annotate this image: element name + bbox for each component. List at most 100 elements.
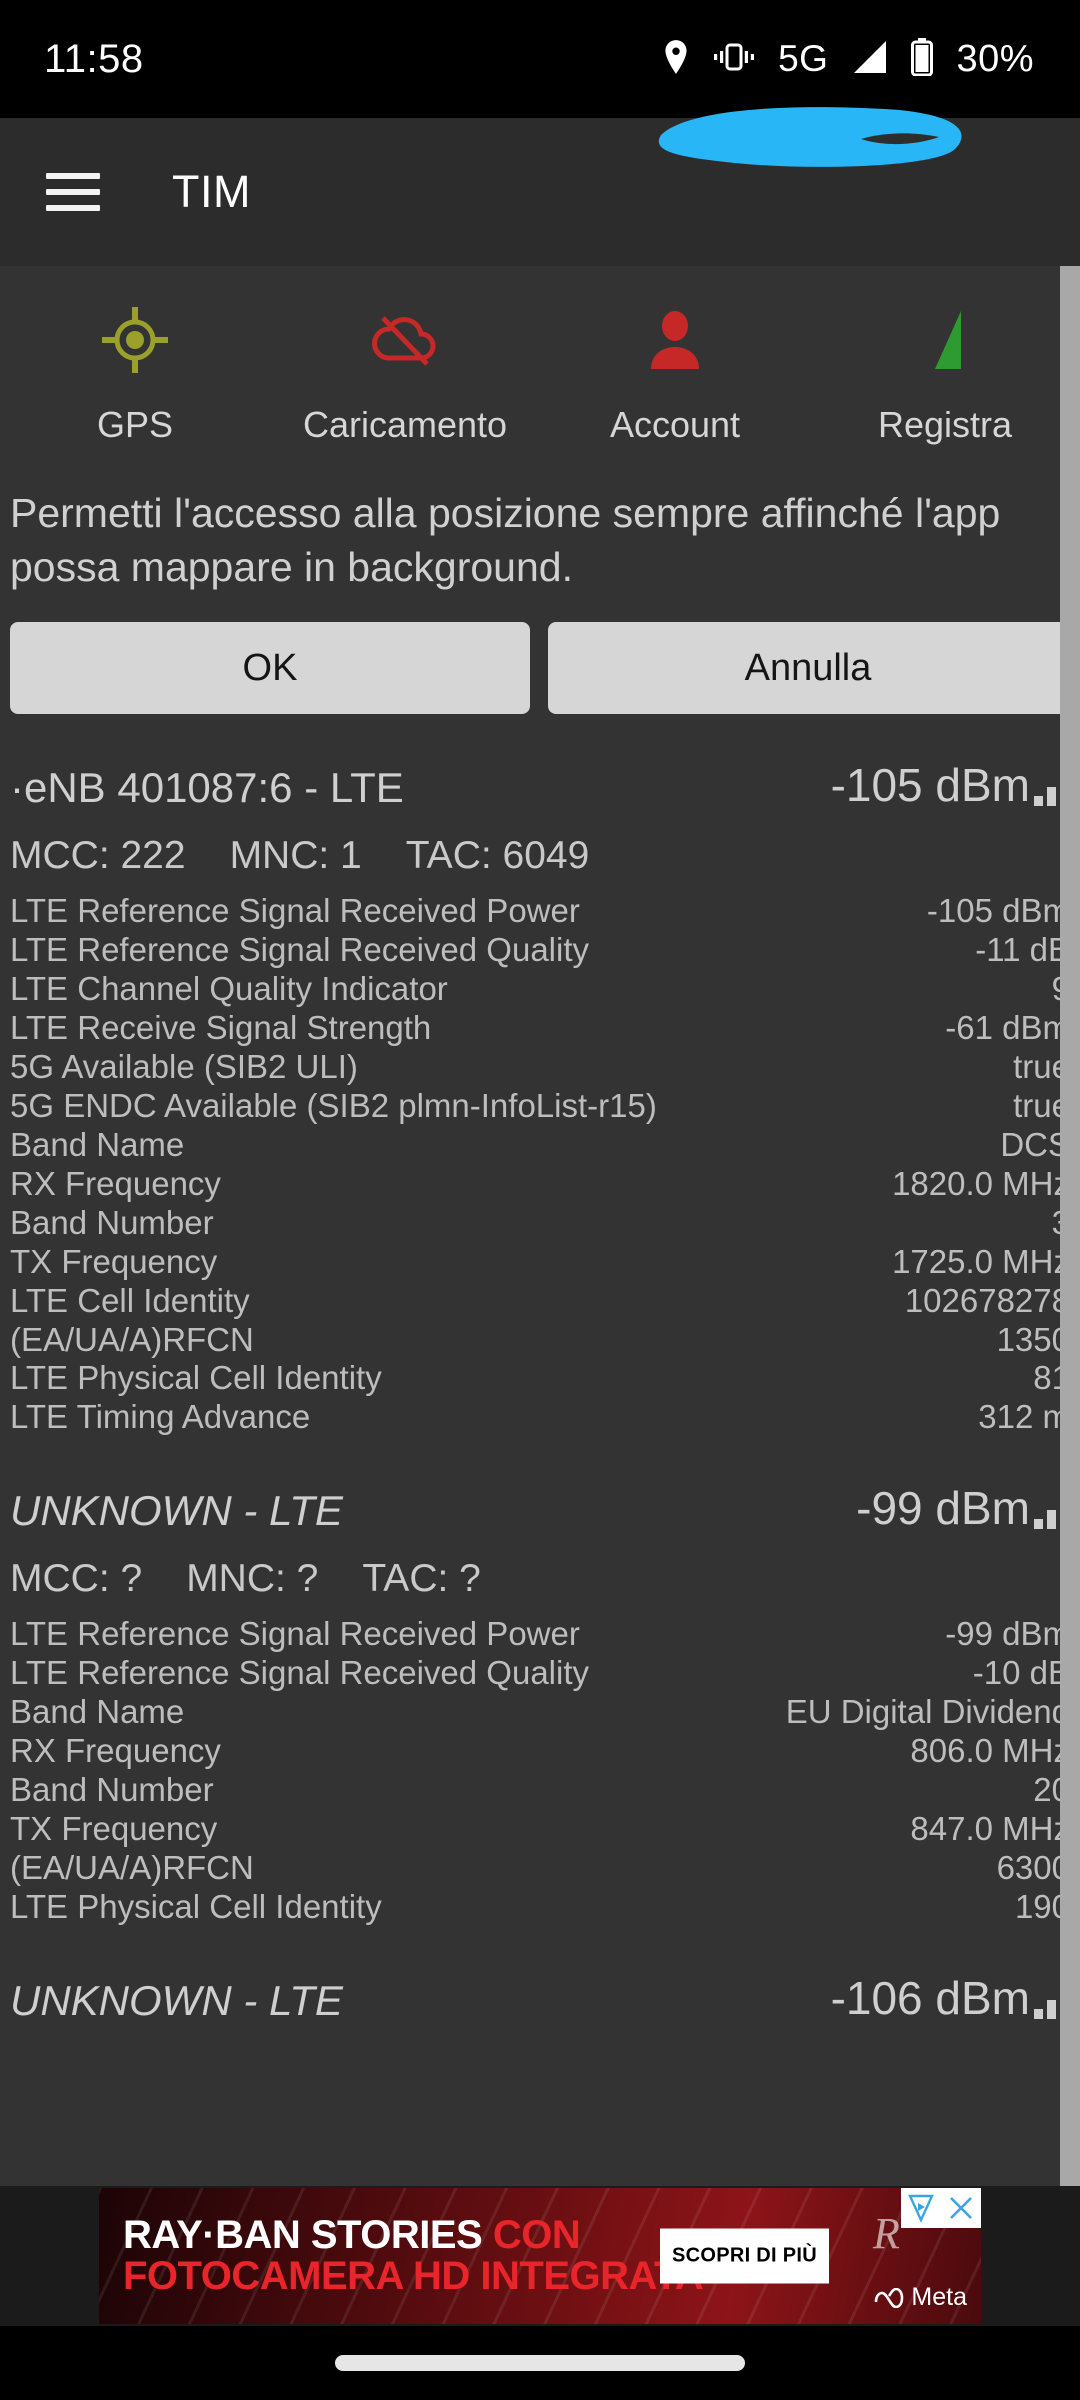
cloud-off-icon: [369, 304, 441, 376]
system-status-bar: 11:58 5G 30%: [0, 0, 1080, 118]
vertical-scrollbar[interactable]: [1060, 266, 1080, 2186]
row-key: RX Frequency: [10, 1732, 221, 1770]
network-type-label: 5G: [778, 38, 829, 79]
mnc-value: MNC: 1: [229, 834, 362, 878]
row-value: 1820.0 MHz: [892, 1164, 1070, 1202]
gps-crosshair-icon: [102, 304, 168, 376]
cell-detail-rows: LTE Reference Signal Received Power -99 d…: [10, 1601, 1070, 1927]
mcc-value: MCC: 222: [10, 834, 186, 878]
home-gesture-handle[interactable]: [335, 2355, 745, 2371]
battery-percent-label: 30%: [956, 37, 1034, 80]
vibrate-icon: [712, 42, 756, 77]
ad-line-1: RAY·BAN STORIES CON: [123, 2215, 703, 2256]
row-key: RX Frequency: [10, 1164, 221, 1202]
cell-rssi-value: -106 dBm: [830, 1971, 1030, 2024]
svg-text:R: R: [872, 2209, 900, 2258]
table-row: TX Frequency 1725.0 MHz: [10, 1243, 1070, 1282]
row-key: LTE Reference Signal Received Quality: [10, 1654, 590, 1692]
row-value: 102678278: [904, 1281, 1070, 1319]
tac-value: TAC: 6049: [405, 834, 590, 878]
row-value: -10 dB: [972, 1654, 1070, 1692]
row-key: LTE Reference Signal Received Power: [10, 892, 580, 930]
table-row: LTE Cell Identity 102678278: [10, 1282, 1070, 1321]
cell-title: UNKNOWN - LTE: [10, 1976, 343, 2024]
cell-header: UNKNOWN - LTE -99 dBm: [10, 1437, 1080, 1535]
table-row: LTE Reference Signal Received Quality -11…: [10, 931, 1070, 970]
cell-detail-rows: LTE Reference Signal Received Power -105 …: [10, 878, 1070, 1437]
status-item-label: Caricamento: [302, 404, 508, 445]
row-value: -61 dBm: [945, 1009, 1070, 1047]
cell-block[interactable]: UNKNOWN - LTE -99 dBm MCC: ? MNC: ? TAC:…: [0, 1437, 1080, 1927]
ad-banner[interactable]: RAY·BAN STORIES CON FOTOCAMERA HD INTEGR…: [99, 2188, 981, 2324]
battery-icon: [910, 37, 934, 81]
hamburger-menu-icon[interactable]: [46, 173, 100, 211]
meta-label: Meta: [911, 2283, 967, 2311]
status-item-label: Registra: [877, 404, 1013, 445]
page-title: TIM: [172, 166, 251, 217]
status-item-registra[interactable]: Registra: [810, 304, 1080, 446]
table-row: RX Frequency 1820.0 MHz: [10, 1165, 1070, 1204]
row-key: Band Number: [10, 1771, 214, 1809]
cell-signal-summary: -99 dBm: [856, 1481, 1080, 1535]
row-key: LTE Physical Cell Identity: [10, 1359, 382, 1397]
cell-header: UNKNOWN - LTE -106 dBm: [10, 1927, 1080, 2025]
cell-rssi-value: -99 dBm: [856, 1482, 1030, 1535]
table-row: RX Frequency 806.0 MHz: [10, 1732, 1070, 1771]
status-item-gps[interactable]: GPS: [0, 304, 270, 446]
ad-banner-container[interactable]: RAY·BAN STORIES CON FOTOCAMERA HD INTEGR…: [0, 2186, 1080, 2326]
row-value: 1725.0 MHz: [892, 1242, 1070, 1280]
row-value: 806.0 MHz: [910, 1732, 1070, 1770]
table-row: Band Name EU Digital Dividend: [10, 1693, 1070, 1732]
row-key: (EA/UA/A)RFCN: [10, 1320, 254, 1358]
ad-cta-button[interactable]: SCOPRI DI PIÙ: [659, 2228, 829, 2284]
row-key: LTE Reference Signal Received Quality: [10, 931, 590, 969]
row-value: EU Digital Dividend: [785, 1693, 1070, 1731]
location-pin-icon: [662, 39, 690, 80]
row-key: LTE Channel Quality Indicator: [10, 970, 448, 1008]
cell-info-panel[interactable]: GPS Caricamento Account Registra Permett…: [0, 266, 1080, 2186]
row-value: -99 dBm: [945, 1615, 1070, 1653]
status-item-account[interactable]: Account: [540, 304, 810, 446]
table-row: LTE Channel Quality Indicator9: [10, 970, 1070, 1009]
row-key: LTE Cell Identity: [10, 1281, 250, 1319]
tac-value: TAC: ?: [362, 1557, 481, 1601]
row-key: LTE Reference Signal Received Power: [10, 1615, 580, 1653]
system-navigation-bar: [0, 2326, 1080, 2400]
ad-line-1-accent: CON: [492, 2213, 581, 2258]
table-row: LTE Reference Signal Received Power -105 …: [10, 892, 1070, 931]
row-key: LTE Receive Signal Strength: [10, 1009, 432, 1047]
status-icon-strip: GPS Caricamento Account Registra: [0, 266, 1080, 446]
row-value: 312 m: [978, 1398, 1070, 1436]
row-key: Band Number: [10, 1203, 214, 1241]
cancel-button[interactable]: Annulla: [548, 622, 1068, 715]
cell-identifiers: MCC: ? MNC: ? TAC: ?: [10, 1535, 1070, 1601]
table-row: LTE Receive Signal Strength -61 dBm: [10, 1009, 1070, 1048]
table-row: Band Number 20: [10, 1771, 1070, 1810]
table-row: Band Name DCS: [10, 1126, 1070, 1165]
phone-screen: 11:58 5G 30% TIM GPS Caricamento Account…: [0, 0, 1080, 2400]
cell-block[interactable]: UNKNOWN - LTE -106 dBm: [0, 1927, 1080, 2025]
status-item-caricamento[interactable]: Caricamento: [270, 304, 540, 446]
row-key: 5G Available (SIB2 ULI): [10, 1047, 358, 1085]
cell-signal-summary: -105 dBm: [831, 758, 1080, 812]
close-icon[interactable]: [941, 2188, 981, 2228]
meta-infinity-icon: [875, 2287, 904, 2308]
status-item-label: GPS: [96, 404, 174, 445]
ok-button[interactable]: OK: [10, 622, 530, 715]
table-row: 5G ENDC Available (SIB2 plmn-InfoList-r1…: [10, 1087, 1070, 1126]
cell-header: ·eNB 401087:6 - LTE -105 dBm: [10, 714, 1080, 812]
mnc-value: MNC: ?: [186, 1557, 319, 1601]
cell-identifiers: MCC: 222 MNC: 1 TAC: 6049: [10, 812, 1070, 878]
cell-block[interactable]: ·eNB 401087:6 - LTE -105 dBm MCC: 222 MN…: [0, 714, 1080, 1437]
person-icon: [647, 304, 703, 376]
row-key: LTE Timing Advance: [10, 1398, 311, 1436]
adchoices-icon[interactable]: [901, 2188, 941, 2228]
table-row: LTE Physical Cell Identity 81: [10, 1359, 1070, 1398]
record-signal-icon: [917, 304, 973, 376]
row-value: -105 dBm: [926, 892, 1070, 930]
row-value: 847.0 MHz: [910, 1810, 1070, 1848]
table-row: LTE Timing Advance 312 m: [10, 1398, 1070, 1437]
ad-brand-text: RAY·BAN STORIES: [123, 2213, 493, 2258]
table-row: (EA/UA/A)RFCN 1350: [10, 1321, 1070, 1360]
mcc-value: MCC: ?: [10, 1557, 143, 1601]
